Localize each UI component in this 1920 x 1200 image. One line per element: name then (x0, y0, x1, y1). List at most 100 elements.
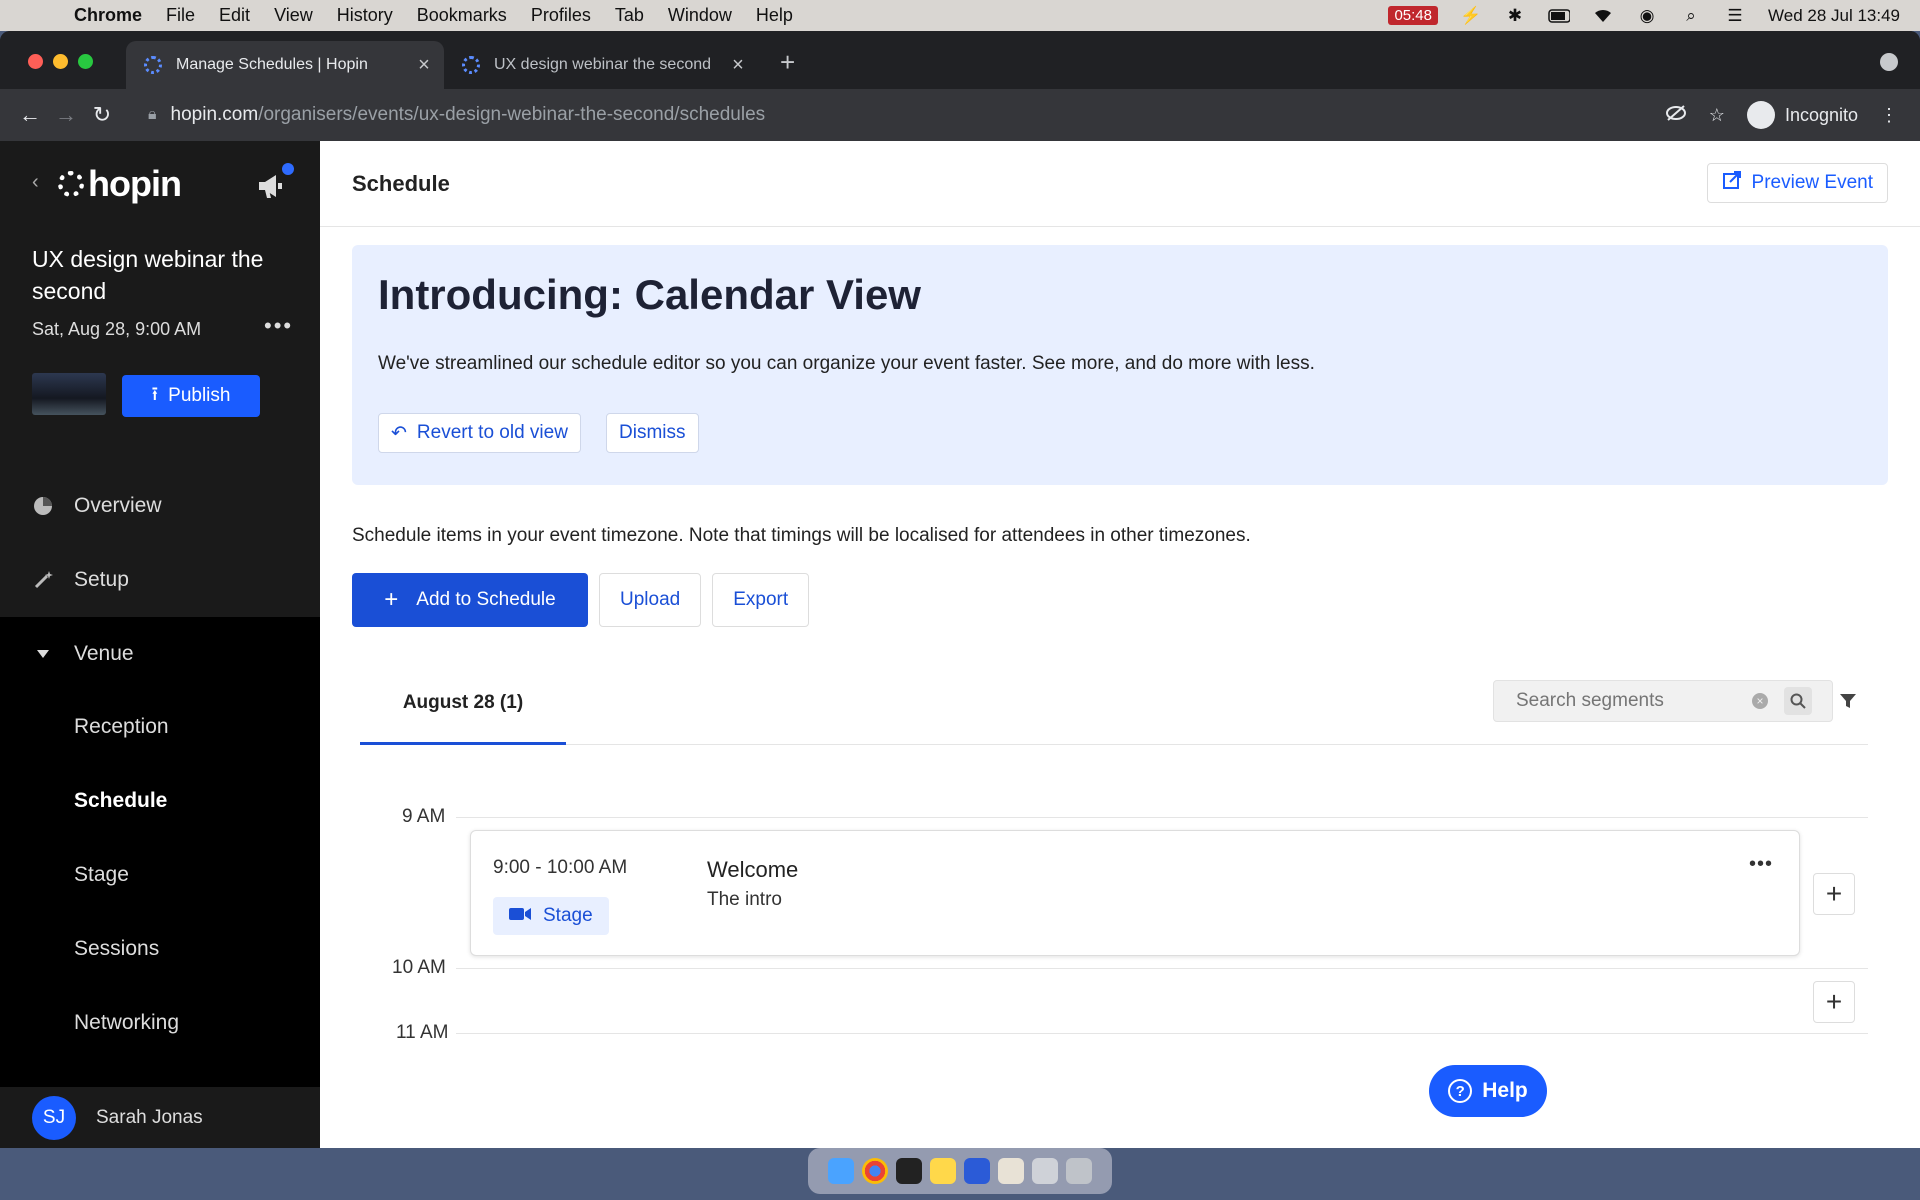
bolt-app-icon[interactable] (964, 1158, 990, 1184)
announcements-megaphone-icon[interactable] (256, 163, 294, 201)
terminal-icon[interactable] (896, 1158, 922, 1184)
calendar-view-banner: Introducing: Calendar View We've streaml… (352, 245, 1888, 485)
schedule-segment-card[interactable]: 9:00 - 10:00 AM Stage Welcome The intro … (470, 830, 1800, 956)
plus-icon: + (384, 586, 399, 613)
time-gridline (456, 1033, 1868, 1034)
close-tab-icon[interactable]: × (724, 54, 752, 77)
back-icon[interactable]: ← (12, 102, 48, 128)
revert-label: Revert to old view (416, 422, 568, 443)
filter-icon[interactable] (1834, 687, 1862, 715)
menu-app-name[interactable]: Chrome (74, 5, 142, 26)
tab-search-icon[interactable] (1880, 53, 1898, 71)
documents-folder-icon[interactable] (998, 1158, 1024, 1184)
page-title: Schedule (352, 171, 450, 196)
control-center-icon[interactable]: ☰ (1724, 6, 1746, 25)
menu-help[interactable]: Help (756, 5, 793, 26)
close-tab-icon[interactable]: × (410, 54, 438, 77)
browser-menu-icon[interactable]: ⋮ (1880, 105, 1898, 126)
browser-tab[interactable]: UX design webinar the second × (444, 41, 758, 89)
bluetooth-icon[interactable]: ✱ (1504, 6, 1526, 25)
chrome-icon[interactable] (862, 1158, 888, 1184)
search-icon[interactable] (1784, 687, 1812, 715)
sidebar-item-venue[interactable]: Venue (0, 617, 320, 691)
sidebar-item-schedule[interactable]: Schedule (74, 789, 167, 813)
menu-file[interactable]: File (166, 5, 195, 26)
chevron-left-icon[interactable]: ‹ (32, 171, 39, 194)
menu-bookmarks[interactable]: Bookmarks (417, 5, 507, 26)
segment-venue-badge[interactable]: Stage (493, 897, 609, 935)
revert-old-view-button[interactable]: ↶ Revert to old view (378, 413, 581, 453)
sidebar-item-networking[interactable]: Networking (74, 1011, 179, 1035)
sidebar-item-sessions[interactable]: Sessions (74, 937, 159, 961)
user-profile[interactable]: SJ Sarah Jonas (0, 1087, 320, 1148)
spotlight-search-icon[interactable]: ⌕ (1680, 6, 1702, 25)
bookmark-star-icon[interactable]: ☆ (1709, 105, 1725, 126)
tab-strip: Manage Schedules | Hopin × UX design web… (0, 31, 1920, 89)
sidebar-item-label: Setup (74, 568, 129, 591)
upload-button[interactable]: Upload (599, 573, 702, 627)
downloads-folder-icon[interactable] (1032, 1158, 1058, 1184)
zoom-window-button[interactable] (78, 54, 93, 69)
url-path: /organisers/events/ux-design-webinar-the… (258, 104, 766, 125)
forward-icon[interactable]: → (48, 102, 84, 128)
finder-icon[interactable] (828, 1158, 854, 1184)
bolt-icon[interactable]: ⚡ (1460, 6, 1482, 25)
new-tab-icon[interactable]: + (780, 47, 795, 78)
date-tabs: August 28 (1) × (360, 663, 1868, 745)
sidebar-item-overview[interactable]: Overview (0, 469, 320, 543)
incognito-badge[interactable]: Incognito (1746, 101, 1858, 129)
tab-august-28[interactable]: August 28 (1) (360, 663, 566, 745)
sidebar-item-setup[interactable]: Setup (0, 543, 320, 617)
tab-title: Manage Schedules | Hopin (176, 56, 368, 73)
trash-icon[interactable] (1066, 1158, 1092, 1184)
notes-icon[interactable] (930, 1158, 956, 1184)
dismiss-button[interactable]: Dismiss (606, 413, 699, 453)
hopin-logo-mark-icon (58, 171, 84, 197)
add-to-schedule-label: Add to Schedule (416, 589, 556, 610)
video-camera-icon (509, 905, 531, 927)
time-label-9am: 9 AM (402, 806, 446, 827)
url-host: hopin.com (170, 104, 259, 125)
menubar-datetime[interactable]: Wed 28 Jul 13:49 (1768, 6, 1900, 26)
menu-view[interactable]: View (274, 5, 313, 26)
menu-tab[interactable]: Tab (615, 5, 644, 26)
search-input[interactable] (1516, 690, 1746, 712)
address-bar[interactable]: 🔒︎ hopin.com /organisers/events/ux-desig… (148, 96, 1920, 134)
recording-indicator[interactable]: 05:48 (1388, 6, 1438, 25)
browser-tab-active[interactable]: Manage Schedules | Hopin × (126, 41, 444, 89)
menu-history[interactable]: History (337, 5, 393, 26)
menu-profiles[interactable]: Profiles (531, 5, 591, 26)
sidebar-item-label: Venue (74, 642, 134, 665)
hopin-logo[interactable]: hopin (58, 163, 182, 205)
menu-window[interactable]: Window (668, 5, 732, 26)
external-link-icon (1722, 170, 1742, 196)
incognito-icon (1746, 101, 1775, 129)
main-panel: Schedule Preview Event Introducing: Cale… (320, 141, 1920, 1148)
menu-edit[interactable]: Edit (219, 5, 250, 26)
sidebar-item-reception[interactable]: Reception (74, 715, 169, 739)
event-more-options-icon[interactable]: ••• (264, 313, 293, 339)
publish-button[interactable]: ⭱ Publish (122, 375, 260, 417)
user-account-icon[interactable]: ◉ (1636, 6, 1658, 25)
preview-event-button[interactable]: Preview Event (1706, 163, 1888, 203)
macos-menubar: Chrome File Edit View History Bookmarks … (0, 0, 1920, 31)
export-button[interactable]: Export (712, 573, 810, 627)
close-window-button[interactable] (28, 54, 43, 69)
lock-icon[interactable]: 🔒︎ (148, 106, 157, 124)
segment-more-options-icon[interactable]: ••• (1749, 853, 1773, 876)
sidebar-item-stage[interactable]: Stage (74, 863, 129, 887)
battery-icon[interactable] (1548, 7, 1570, 25)
time-gridline (456, 817, 1868, 818)
clear-search-icon[interactable]: × (1752, 693, 1768, 709)
minimize-window-button[interactable] (53, 54, 68, 69)
help-button[interactable]: ? Help (1429, 1065, 1547, 1117)
search-segments: × (1493, 680, 1833, 722)
hopin-logo-text: hopin (88, 163, 182, 204)
add-segment-9am-button[interactable]: + (1813, 873, 1855, 915)
tracking-blocked-eye-icon[interactable] (1665, 104, 1687, 126)
reload-icon[interactable]: ↻ (84, 102, 120, 128)
add-to-schedule-button[interactable]: + Add to Schedule (352, 573, 588, 627)
wifi-icon[interactable] (1592, 7, 1614, 25)
notification-dot (282, 163, 294, 175)
add-segment-10am-button[interactable]: + (1813, 981, 1855, 1023)
